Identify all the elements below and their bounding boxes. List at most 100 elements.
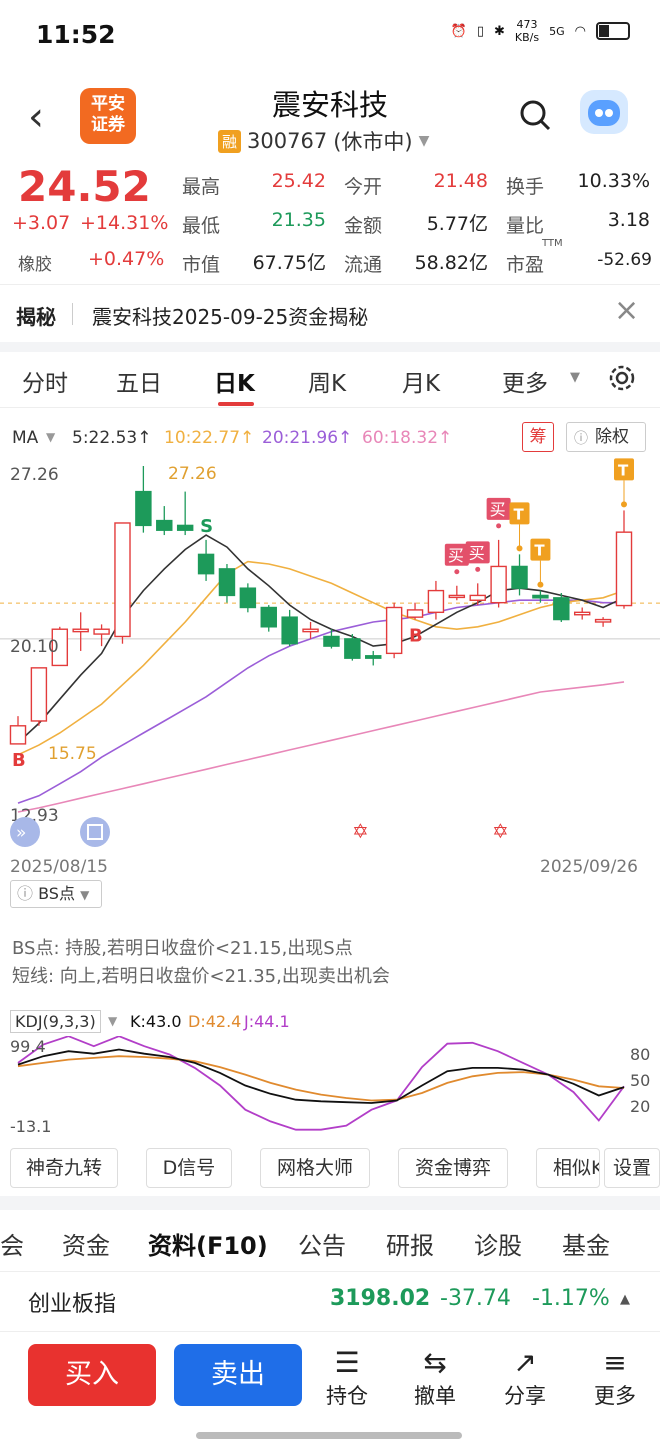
low-label: 最低 <box>182 215 221 237</box>
kdj-chart[interactable]: 99.4 -13.1 80 50 20 <box>0 1036 660 1140</box>
pe-label: 市盈 <box>506 254 545 276</box>
tool-button-nine-turns[interactable]: 神奇九转 <box>10 1148 118 1188</box>
tab-month-k[interactable]: 月K <box>402 364 440 398</box>
more-button[interactable]: ≡ 更多 <box>580 1346 650 1410</box>
news-banner[interactable]: 揭秘 震安科技2025-09-25资金揭秘 × <box>0 284 660 342</box>
expand-left-icon[interactable]: » <box>10 817 40 847</box>
mcap-value: 67.75亿 <box>252 252 326 274</box>
buy-button[interactable]: 买入 <box>28 1344 156 1406</box>
tool-button-d-signal[interactable]: D信号 <box>146 1148 232 1188</box>
buy-signal-b: B <box>409 626 423 647</box>
close-icon[interactable]: × <box>614 293 639 328</box>
tool-button-grid-master[interactable]: 网格大师 <box>260 1148 370 1188</box>
bs-dropdown[interactable]: ⓘ BS点 ▼ <box>10 880 102 908</box>
candle-body <box>406 609 424 618</box>
candle-body <box>490 565 507 604</box>
sector-name[interactable]: 橡胶 <box>18 250 52 275</box>
tab-f10[interactable]: 资料(F10) <box>148 1226 268 1261</box>
candle-body <box>93 628 110 635</box>
tab-day-k[interactable]: 日K <box>214 364 255 398</box>
tab-research[interactable]: 研报 <box>386 1226 434 1261</box>
buy-tag-dot <box>496 523 502 529</box>
candle-body <box>594 618 612 623</box>
kdj-indicator-select[interactable]: KDJ(9,3,3) <box>10 1010 101 1033</box>
kdj-ymax-label: 99.4 <box>10 1037 46 1056</box>
status-bar: 11:52 ⏰ ▯ ✱ 473 KB/s 5G ◠ <box>0 0 660 72</box>
price-change-pct: +14.31% <box>80 212 169 234</box>
tool-button-settings[interactable]: 设置 <box>604 1148 660 1188</box>
candle-body <box>323 635 340 647</box>
star-marker-icon: ✡ <box>492 819 509 843</box>
chip-button[interactable]: 筹 <box>522 422 554 452</box>
tool-button-similar-k[interactable]: 相似K <box>536 1148 600 1188</box>
settings-gear-icon[interactable] <box>606 362 638 394</box>
tool-button-fund-game[interactable]: 资金博弈 <box>398 1148 508 1188</box>
index-name: 创业板指 <box>28 1292 117 1317</box>
ma60-line <box>17 681 625 813</box>
tab-week-k[interactable]: 周K <box>308 364 346 398</box>
candle-body <box>197 553 215 575</box>
kdj-k-value: K:43.0 <box>130 1012 182 1031</box>
banner-divider <box>72 303 73 325</box>
pe-value: -52.69 <box>597 250 652 270</box>
tab-funds[interactable]: 资金 <box>62 1226 110 1261</box>
share-button[interactable]: ↗ 分享 <box>490 1346 560 1410</box>
assistant-robot-icon[interactable] <box>580 90 628 134</box>
date-end-label: 2025/09/26 <box>540 857 638 877</box>
tab-fund[interactable]: 基金 <box>562 1226 610 1261</box>
candle-body <box>532 594 549 599</box>
sell-signal-s: S <box>200 516 213 537</box>
buy-signal-b: B <box>12 750 26 771</box>
candle-body <box>469 594 486 601</box>
high-value: 25.42 <box>271 170 326 192</box>
index-change: -37.74 <box>440 1286 511 1311</box>
battery-icon <box>596 22 630 40</box>
candle-body <box>344 638 361 659</box>
turnover-value: 10.33% <box>577 170 650 192</box>
t-signal-text: T <box>514 505 525 523</box>
net-speed: 473 KB/s <box>514 18 540 44</box>
info-tabs: 会 资金 资料(F10) 公告 研报 诊股 基金 <box>0 1212 660 1272</box>
chevron-down-icon[interactable]: ▼ <box>46 430 55 444</box>
kdj-j-value: J:44.1 <box>244 1012 290 1031</box>
share-icon: ↗ <box>513 1346 537 1379</box>
price-change: +3.07 <box>12 212 71 234</box>
status-icons: ⏰ ▯ ✱ 473 KB/s 5G ◠ <box>451 18 630 44</box>
cancel-order-button[interactable]: ⇆ 撤单 <box>400 1346 470 1410</box>
kdj-ymin-label: -13.1 <box>10 1117 51 1136</box>
nav-bar: ‹ 平安 证券 震安科技 融 300767 (休市中) ▼ <box>0 72 660 160</box>
open-value: 21.48 <box>433 170 488 192</box>
chevron-down-icon[interactable]: ▼ <box>570 370 580 385</box>
sector-pct: +0.47% <box>88 248 165 270</box>
tab-announcements[interactable]: 公告 <box>298 1226 346 1261</box>
ma-label[interactable]: MA <box>12 428 38 448</box>
tab-timeshare[interactable]: 分时 <box>22 364 68 398</box>
ma-legend: MA ▼ 5:22.53↑ 10:22.77↑ 20:21.96↑ 60:18.… <box>0 420 660 456</box>
fullscreen-icon[interactable] <box>80 817 110 847</box>
index-ticker[interactable]: 创业板指 3198.02 -37.74 -1.17% ▲ <box>0 1272 660 1332</box>
tab-five-day[interactable]: 五日 <box>116 364 162 398</box>
candle-body <box>365 655 382 659</box>
candlestick-chart[interactable]: BSB买 买买 TTT 27.26 20.10 12.93 27.26 15.75 … <box>0 456 660 886</box>
tab-partial[interactable]: 会 <box>0 1226 24 1261</box>
candle-body <box>615 531 633 607</box>
high-label: 最高 <box>182 176 221 198</box>
candle-body <box>135 490 152 527</box>
candle-body <box>114 522 131 638</box>
candle-body <box>573 611 591 616</box>
margin-badge: 融 <box>218 129 242 153</box>
holdings-button[interactable]: ☰ 持仓 <box>312 1346 382 1410</box>
tab-diagnose[interactable]: 诊股 <box>474 1226 522 1261</box>
candle-body <box>302 628 319 633</box>
sell-button[interactable]: 卖出 <box>174 1344 302 1406</box>
search-icon[interactable] <box>518 98 552 132</box>
chevron-up-icon[interactable]: ▲ <box>620 1292 630 1307</box>
kdj-d-value: D:42.4 <box>188 1012 242 1031</box>
chevron-down-icon[interactable]: ▼ <box>108 1014 117 1028</box>
candle-body <box>260 606 277 628</box>
stock-code-row[interactable]: 融 300767 (休市中) ▼ <box>218 126 429 156</box>
holdings-icon: ☰ <box>334 1346 360 1379</box>
candle-body <box>385 606 403 655</box>
vibrate-icon: ▯ <box>476 23 485 39</box>
tab-more[interactable]: 更多 <box>502 364 548 398</box>
